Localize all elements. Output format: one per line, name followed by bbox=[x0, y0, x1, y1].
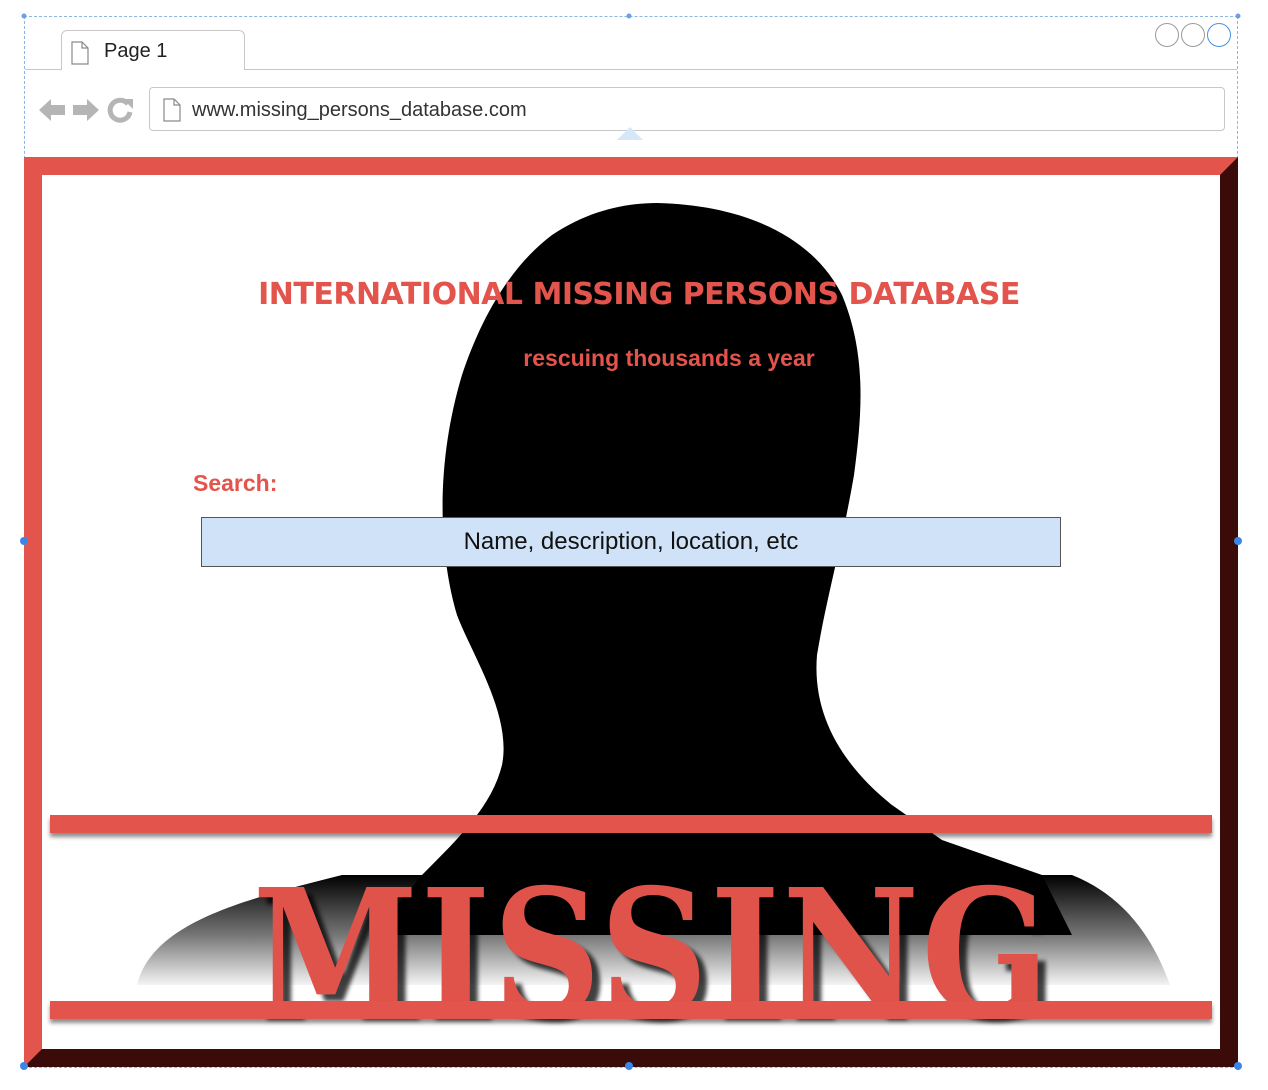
maximize-button[interactable] bbox=[1181, 23, 1205, 47]
window-controls bbox=[1155, 23, 1231, 47]
resize-handle[interactable] bbox=[20, 537, 28, 545]
address-bar[interactable]: www.missing_persons_database.com bbox=[149, 87, 1225, 131]
resize-handle[interactable] bbox=[21, 13, 27, 19]
anchor-pointer bbox=[617, 127, 643, 140]
bottom-stripe bbox=[50, 1001, 1212, 1019]
resize-handle[interactable] bbox=[626, 13, 632, 19]
page-title: INTERNATIONAL MISSING PERSONS DATABASE bbox=[258, 277, 1020, 312]
arrow-left-icon[interactable] bbox=[37, 97, 67, 123]
resize-handle[interactable] bbox=[1234, 537, 1242, 545]
minimize-button[interactable] bbox=[1155, 23, 1179, 47]
reload-icon[interactable] bbox=[105, 95, 135, 125]
page-subtitle: rescuing thousands a year bbox=[523, 345, 815, 371]
tab-label: Page 1 bbox=[104, 40, 168, 62]
page-icon bbox=[71, 41, 89, 65]
search-input[interactable] bbox=[201, 517, 1061, 567]
tab-page-1[interactable]: Page 1 bbox=[61, 30, 245, 70]
close-button[interactable] bbox=[1207, 23, 1231, 47]
navigation-controls bbox=[37, 95, 135, 125]
page-content: MISSING INTERNATIONAL MISSING PERSONS DA… bbox=[24, 157, 1238, 1067]
arrow-right-icon[interactable] bbox=[71, 97, 101, 123]
browser-chrome: Page 1 www.missing_persons_database.com bbox=[25, 17, 1237, 157]
resize-handle[interactable] bbox=[1234, 1062, 1242, 1070]
missing-banner-text: MISSING bbox=[252, 851, 1052, 1055]
resize-handle[interactable] bbox=[1235, 13, 1241, 19]
url-text: www.missing_persons_database.com bbox=[192, 99, 527, 121]
resize-handle[interactable] bbox=[20, 1062, 28, 1070]
page-icon bbox=[163, 98, 181, 122]
resize-handle[interactable] bbox=[625, 1062, 633, 1070]
search-label: Search: bbox=[193, 470, 278, 496]
top-stripe bbox=[50, 815, 1212, 833]
